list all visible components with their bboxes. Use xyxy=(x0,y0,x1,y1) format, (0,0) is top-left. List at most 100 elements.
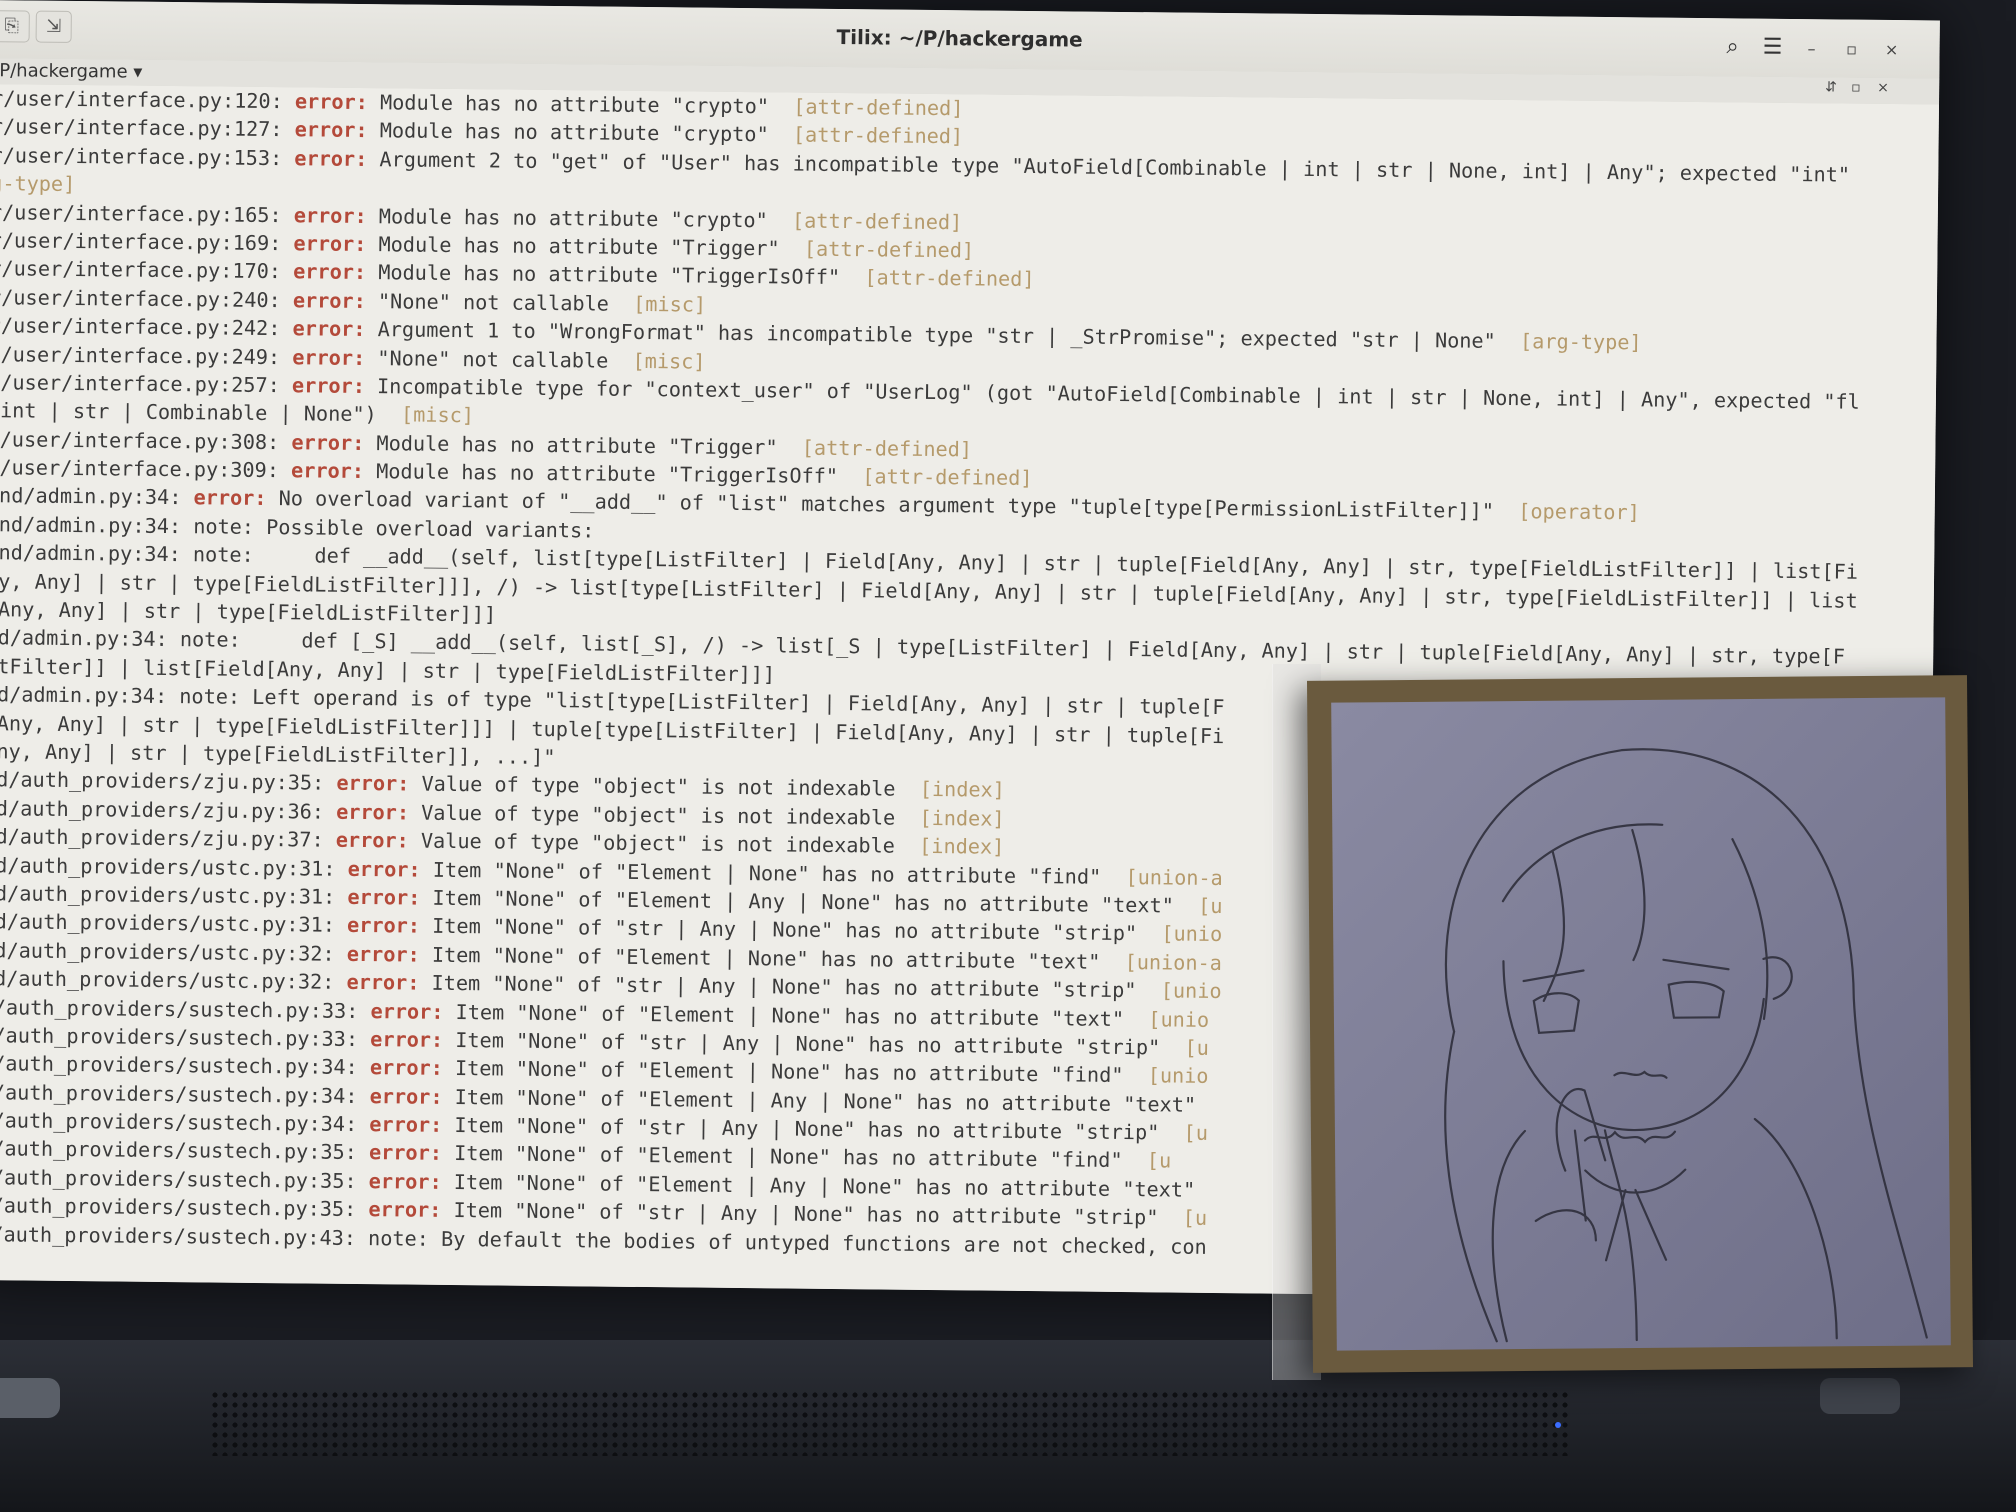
line-text: end/auth_providers/ustc.py:31: xyxy=(0,880,348,909)
error-code-tag: [index] xyxy=(919,805,1005,831)
line-text: Module has no attribute "TriggerIsOff" xyxy=(363,459,863,489)
line-text: er/user/interface.py:120: xyxy=(0,85,296,114)
error-label: error: xyxy=(368,1197,442,1223)
line-text: nd/auth_providers/sustech.py:34: xyxy=(0,1079,370,1108)
error-label: error: xyxy=(335,827,409,853)
error-code-tag: [u xyxy=(1182,1205,1208,1231)
line-text: "None" not callable xyxy=(365,288,634,316)
session-maximize-icon[interactable]: ⇵ xyxy=(1825,79,1837,95)
minimize-icon[interactable]: – xyxy=(1799,39,1823,58)
line-text: end/auth_providers/zju.py:35: xyxy=(0,767,337,796)
error-code-tag: [attr-defined] xyxy=(801,435,973,462)
error-code-tag: [misc] xyxy=(633,291,707,317)
error-code-tag: [union-a xyxy=(1124,949,1223,975)
error-label: error: xyxy=(290,458,365,484)
line-text: nd/auth_providers/sustech.py:34: xyxy=(0,1051,371,1080)
error-label: error: xyxy=(369,1083,443,1109)
hinge-left xyxy=(0,1378,60,1418)
line-text: Module has no attribute "crypto" xyxy=(366,203,793,233)
error-label: error: xyxy=(368,1168,442,1194)
line-text: er/user/interface.py:309: xyxy=(0,455,292,483)
error-code-tag: [u xyxy=(1198,893,1223,918)
line-text: Value of type "object" is not indexable xyxy=(408,800,920,830)
line-text: tend/admin.py:34: note: Possible overloa… xyxy=(0,511,595,543)
error-code-tag: [attr-defined] xyxy=(864,265,1035,292)
error-code-tag: [unio xyxy=(1160,978,1222,1004)
error-label: error: xyxy=(294,89,369,115)
error-code-tag: [arg-type] xyxy=(1519,329,1642,355)
line-text: nd/auth_providers/sustech.py:35: xyxy=(0,1164,369,1193)
error-label: error: xyxy=(369,1112,443,1137)
line-text: nd/auth_providers/sustech.py:35: xyxy=(0,1193,369,1222)
line-text: d[Any, Any] | str | type[FieldListFilter… xyxy=(0,596,497,627)
line-text: | int | str | Combinable | None") xyxy=(0,398,402,427)
line-text: er/user/interface.py:240: xyxy=(0,284,294,313)
photo-frame xyxy=(1306,675,1974,1373)
line-text: Module has no attribute "Trigger" xyxy=(366,232,805,261)
error-label: error: xyxy=(294,146,368,171)
error-label: error: xyxy=(291,429,365,455)
session-restore-icon[interactable]: ▫ xyxy=(1851,80,1861,96)
window-title: Tilix: ~/P/hackergame xyxy=(836,24,1083,52)
line-text: er/user/interface.py:257: xyxy=(0,369,293,398)
line-text: Module has no attribute "crypto" xyxy=(367,90,794,119)
search-icon[interactable]: ⌕ xyxy=(1715,32,1749,62)
error-label: error: xyxy=(336,771,410,796)
line-text: tend/admin.py:34: xyxy=(0,483,182,510)
error-code-tag: [misc] xyxy=(400,402,475,428)
error-label: error: xyxy=(347,884,421,910)
line-text: Item "None" of "Element | None" has no a… xyxy=(442,1056,1148,1088)
line-text: nd/auth_providers/sustech.py:35: xyxy=(0,1136,370,1165)
hinge-right xyxy=(1820,1378,1900,1414)
error-label: error: xyxy=(336,799,410,825)
error-code-tag: [attr-defined] xyxy=(791,208,963,234)
line-text: Value of type "object" is not indexable xyxy=(409,771,920,802)
error-label: error: xyxy=(292,288,366,313)
line-text: Item "None" of "str | Any | None" has no… xyxy=(419,970,1161,1003)
error-code-tag: rg-type] xyxy=(0,171,76,197)
line-text: [Any, Any] | str | type[FieldListFilter]… xyxy=(0,738,556,770)
error-code-tag: [unio xyxy=(1147,1063,1209,1089)
error-code-tag: [attr-defined] xyxy=(793,94,964,121)
line-text: nd/auth_providers/sustech.py:34: xyxy=(0,1108,370,1137)
error-code-tag: [attr-defined] xyxy=(803,236,975,263)
error-label: error: xyxy=(292,344,366,370)
session-title[interactable]: /P/hackergame ▾ xyxy=(0,60,142,83)
error-code-tag: [u xyxy=(1146,1148,1172,1173)
maximize-icon[interactable]: ▫ xyxy=(1839,39,1863,59)
line-text: er/user/interface.py:170: xyxy=(0,256,294,284)
speaker-grille xyxy=(210,1390,1570,1456)
error-code-tag: [union-a xyxy=(1125,864,1223,890)
error-label: error: xyxy=(293,231,367,257)
error-code-tag: [attr-defined] xyxy=(792,122,964,149)
close-icon[interactable]: × xyxy=(1879,40,1903,59)
line-text: Value of type "object" is not indexable xyxy=(408,828,920,859)
line-text: Module has no attribute "Trigger" xyxy=(364,430,802,460)
error-label: error: xyxy=(292,316,366,342)
error-label: error: xyxy=(368,1140,443,1166)
error-code-tag: [misc] xyxy=(632,348,706,374)
status-led xyxy=(1555,1422,1561,1428)
sketch-illustration xyxy=(1444,748,1928,1343)
error-label: error: xyxy=(346,941,420,967)
error-code-tag: [u xyxy=(1183,1120,1209,1145)
menu-icon[interactable]: ☰ xyxy=(1755,33,1789,63)
session-close-icon[interactable]: × xyxy=(1877,80,1889,96)
error-code-tag: [operator] xyxy=(1518,499,1640,525)
line-text: end/auth_providers/ustc.py:32: xyxy=(0,937,347,966)
line-text: er/user/interface.py:249: xyxy=(0,341,293,369)
line-text: "None" not callable xyxy=(365,345,633,373)
line-text: er/user/interface.py:169: xyxy=(0,227,294,256)
error-code-tag: [index] xyxy=(919,834,1005,859)
error-label: error: xyxy=(293,259,367,285)
line-text: end/auth_providers/zju.py:37: xyxy=(0,824,336,852)
error-label: error: xyxy=(193,485,267,511)
error-label: error: xyxy=(294,117,368,143)
line-text: er/user/interface.py:153: xyxy=(0,142,295,171)
error-label: error: xyxy=(369,1055,443,1081)
anime-sketch-drawing xyxy=(1331,697,1951,1351)
line-text: Module has no attribute "TriggerIsOff" xyxy=(365,260,865,290)
line-text: er/user/interface.py:242: xyxy=(0,313,293,341)
error-label: error: xyxy=(347,856,421,882)
line-text: Module has no attribute "crypto" xyxy=(367,118,794,147)
